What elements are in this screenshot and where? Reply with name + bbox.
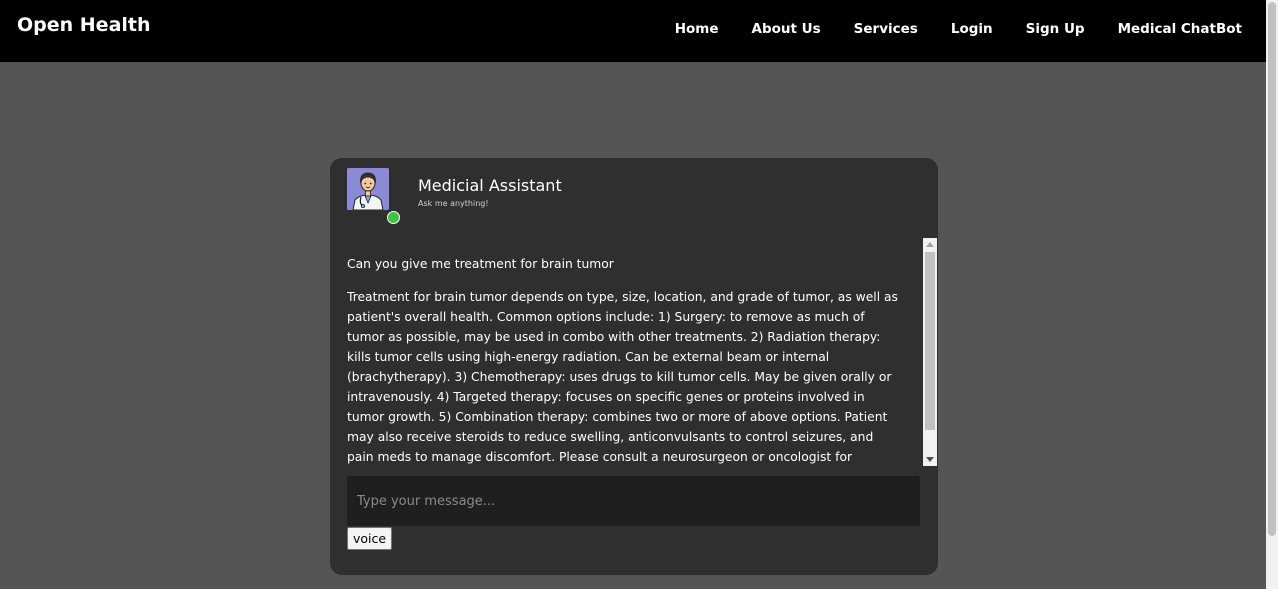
online-status-indicator bbox=[387, 211, 400, 224]
nav-link-medical-chatbot[interactable]: Medical ChatBot bbox=[1118, 21, 1242, 37]
voice-button[interactable]: voice bbox=[347, 527, 393, 550]
navbar: Open Health Home About Us Services Login… bbox=[0, 0, 1266, 62]
nav-links: Home About Us Services Login Sign Up Med… bbox=[675, 21, 1242, 37]
scroll-down-arrow-icon[interactable] bbox=[926, 457, 934, 462]
page-scrollbar-thumb[interactable] bbox=[1268, 2, 1276, 536]
assistant-message: Treatment for brain tumor depends on typ… bbox=[347, 290, 898, 464]
nav-link-about-us[interactable]: About Us bbox=[752, 21, 821, 37]
nav-link-home[interactable]: Home bbox=[675, 21, 719, 37]
nav-link-sign-up[interactable]: Sign Up bbox=[1026, 21, 1085, 37]
scroll-up-arrow-icon[interactable] bbox=[926, 242, 934, 247]
message-input[interactable] bbox=[347, 476, 920, 526]
nav-link-services[interactable]: Services bbox=[854, 21, 918, 37]
assistant-subtitle: Ask me anything! bbox=[418, 199, 489, 208]
brand-logo[interactable]: Open Health bbox=[17, 14, 151, 36]
chat-card: Medicial Assistant Ask me anything! Can … bbox=[330, 158, 938, 575]
assistant-title: Medicial Assistant bbox=[418, 176, 562, 195]
messages-scrollbar-thumb[interactable] bbox=[925, 252, 935, 430]
messages-list[interactable]: Can you give me treatment for brain tumo… bbox=[347, 238, 924, 464]
nav-link-login[interactable]: Login bbox=[951, 21, 993, 37]
page-scrollbar[interactable] bbox=[1266, 0, 1278, 589]
messages-scrollbar[interactable] bbox=[923, 238, 937, 466]
doctor-avatar-icon bbox=[347, 168, 389, 210]
user-message: Can you give me treatment for brain tumo… bbox=[347, 257, 614, 271]
